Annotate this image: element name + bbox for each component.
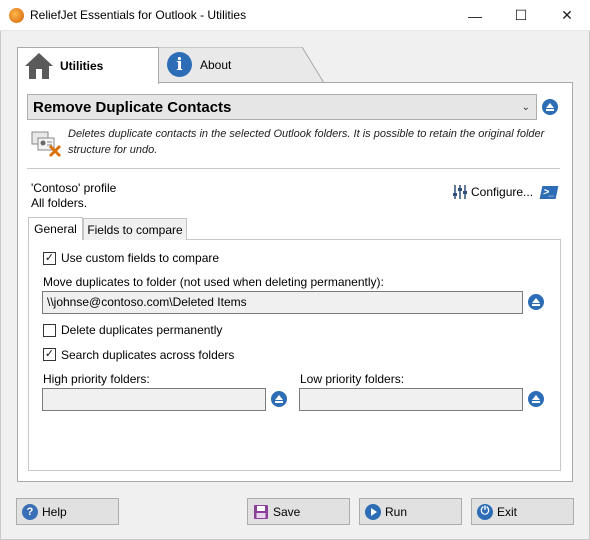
- chevron-down-icon: ⌄: [521, 102, 530, 113]
- tab-utilities-label: Utilities: [60, 59, 104, 73]
- search-across-folders-checkbox[interactable]: ✓: [43, 348, 56, 361]
- configure-label: Configure...: [471, 185, 534, 199]
- utility-select[interactable]: Remove Duplicate Contacts ⌄: [27, 94, 537, 120]
- search-across-folders-label: Search duplicates across folders: [61, 348, 235, 362]
- eject-icon: [532, 395, 540, 400]
- browse-move-folder-button[interactable]: [528, 294, 544, 310]
- run-icon: [365, 503, 381, 520]
- info-icon: i: [167, 52, 192, 77]
- run-button[interactable]: Run: [359, 498, 462, 525]
- home-icon: [24, 51, 54, 81]
- tab-general[interactable]: General: [28, 217, 83, 240]
- tab-about-label: About: [200, 58, 232, 72]
- profile-folders: All folders.: [31, 196, 88, 210]
- help-label: Help: [42, 504, 67, 519]
- configure-link[interactable]: Configure...: [452, 184, 533, 200]
- browse-low-priority-button[interactable]: [528, 391, 544, 407]
- maximize-button[interactable]: ☐: [498, 0, 544, 31]
- save-label: Save: [273, 504, 301, 519]
- sliders-icon: [452, 184, 468, 200]
- delete-permanently-label: Delete duplicates permanently: [61, 323, 223, 337]
- use-custom-fields-label: Use custom fields to compare: [61, 251, 220, 265]
- collapse-utility-button[interactable]: [542, 99, 558, 115]
- contacts-remove-icon: [30, 128, 64, 158]
- eject-icon: [532, 298, 540, 303]
- use-custom-fields-checkbox[interactable]: ✓: [43, 252, 56, 265]
- low-priority-label: Low priority folders:: [300, 372, 405, 386]
- high-priority-field[interactable]: [42, 388, 266, 411]
- eject-icon: [275, 395, 283, 400]
- utility-select-value: Remove Duplicate Contacts: [33, 99, 232, 116]
- help-button[interactable]: ? Help: [16, 498, 119, 525]
- save-icon: [253, 504, 269, 520]
- run-label: Run: [385, 504, 408, 519]
- profile-name: 'Contoso' profile: [31, 181, 117, 195]
- exit-label: Exit: [497, 504, 518, 519]
- close-button[interactable]: ✕: [544, 0, 590, 31]
- title-bar: ReliefJet Essentials for Outlook - Utili…: [0, 0, 590, 31]
- exit-button[interactable]: ⏻ Exit: [471, 498, 574, 525]
- app-icon: [9, 8, 24, 23]
- minimize-button[interactable]: —: [452, 0, 498, 31]
- tab-fields-to-compare[interactable]: Fields to compare: [83, 218, 187, 240]
- low-priority-field[interactable]: [299, 388, 523, 411]
- utility-description: Deletes duplicate contacts in the select…: [68, 128, 545, 156]
- move-to-folder-field[interactable]: \\johnse@contoso.com\Deleted Items: [42, 291, 523, 314]
- browse-high-priority-button[interactable]: [271, 391, 287, 407]
- delete-permanently-checkbox[interactable]: [43, 324, 56, 337]
- high-priority-label: High priority folders:: [43, 372, 150, 386]
- divider: [27, 168, 560, 169]
- help-icon: ?: [22, 503, 38, 520]
- window-title: ReliefJet Essentials for Outlook - Utili…: [30, 8, 247, 22]
- move-to-folder-label: Move duplicates to folder (not used when…: [43, 275, 384, 289]
- power-icon: ⏻: [477, 503, 493, 520]
- tab-about[interactable]: i About: [158, 47, 328, 83]
- save-button[interactable]: Save: [247, 498, 350, 525]
- powershell-icon[interactable]: >_: [539, 186, 559, 199]
- tab-utilities[interactable]: Utilities: [17, 47, 159, 84]
- eject-icon: [546, 103, 554, 108]
